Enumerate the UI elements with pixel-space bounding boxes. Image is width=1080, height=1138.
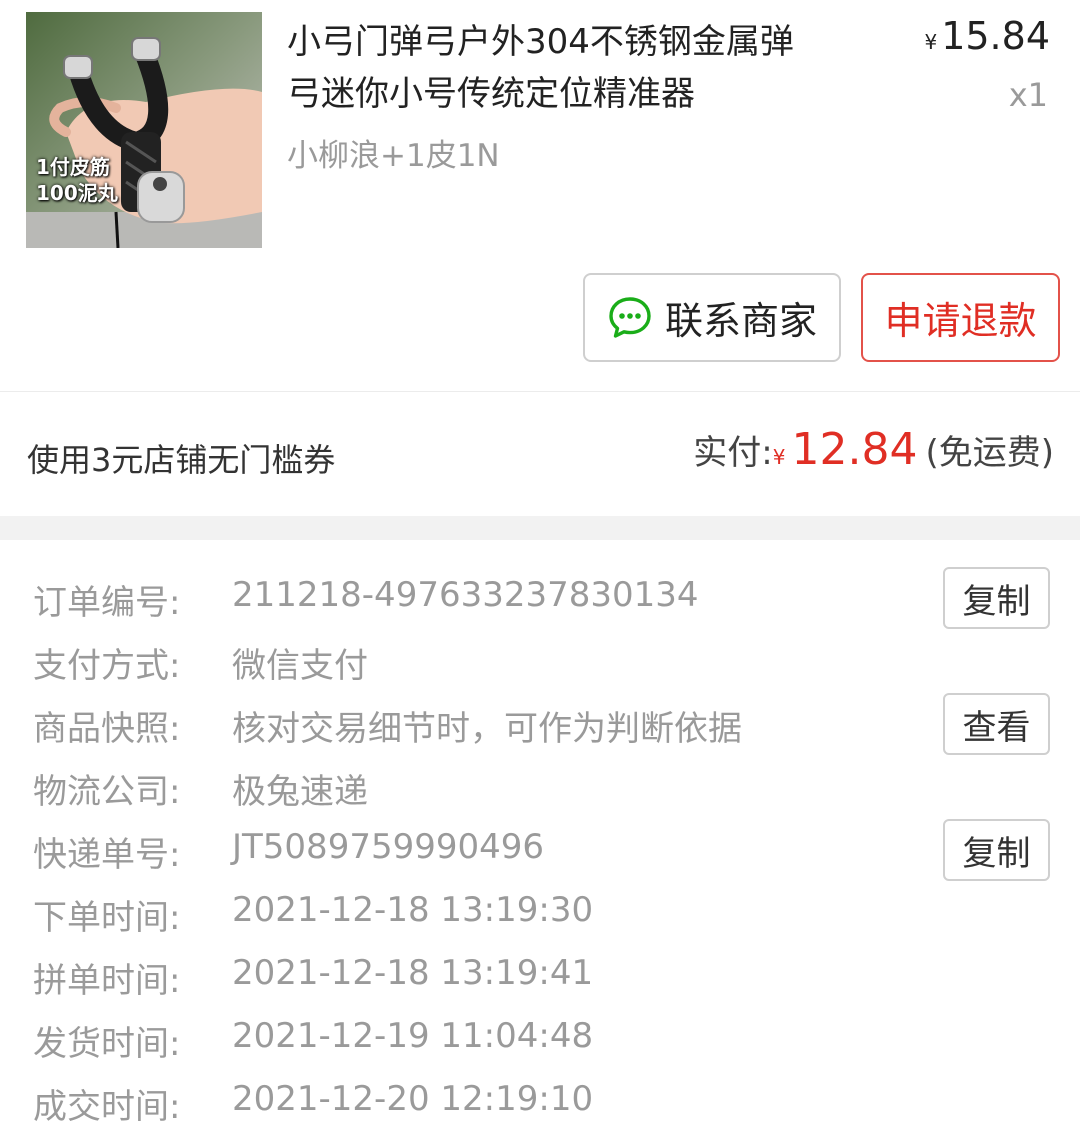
- payment-method-value: 微信支付: [232, 646, 368, 686]
- detail-label: 支付方式:: [33, 646, 181, 686]
- order-time-value: 2021-12-18 13:19:30: [232, 890, 594, 930]
- chat-bubble-icon: [609, 296, 651, 338]
- thumbnail-caption-line: 1付皮筋: [36, 155, 110, 179]
- courier-value: 极兔速递: [232, 772, 368, 812]
- paid-label: 实付:: [693, 433, 773, 473]
- copy-tracking-number-button[interactable]: 复制: [943, 819, 1050, 881]
- detail-label: 下单时间:: [33, 898, 181, 938]
- snapshot-value: 核对交易细节时，可作为判断依据: [232, 709, 742, 749]
- order-number-value: 211218-497633237830134: [232, 575, 699, 615]
- amount-paid: 实付: ¥ 12.84 (免运费): [693, 424, 1054, 475]
- detail-row-tracking-number: 快递单号: JT5089759990496 复制: [0, 819, 1080, 884]
- detail-row-ship-time: 发货时间: 2021-12-19 11:04:48: [0, 1010, 1080, 1073]
- payment-summary: 使用3元店铺无门槛券 实付: ¥ 12.84 (免运费): [0, 392, 1080, 516]
- shipping-note: (免运费): [925, 433, 1054, 473]
- product-title-line: 小弓门弹弓户外304不锈钢金属弹: [287, 22, 794, 62]
- detail-label: 发货时间:: [33, 1024, 181, 1064]
- price-value: 15.84: [941, 14, 1050, 58]
- currency-symbol: ¥: [924, 30, 938, 54]
- complete-time-value: 2021-12-20 12:19:10: [232, 1079, 594, 1119]
- contact-merchant-label: 联系商家: [664, 299, 817, 343]
- coupon-text: 使用3元店铺无门槛券: [27, 441, 336, 479]
- quantity: x1: [1008, 76, 1048, 114]
- request-refund-button[interactable]: 申请退款: [861, 273, 1060, 362]
- detail-row-order-time: 下单时间: 2021-12-18 13:19:30: [0, 884, 1080, 947]
- product-title-line: 弓迷你小号传统定位精准器: [287, 74, 695, 114]
- paid-currency: ¥: [772, 445, 786, 469]
- detail-label: 拼单时间:: [33, 961, 181, 1001]
- group-time-value: 2021-12-18 13:19:41: [232, 953, 594, 993]
- unit-price: ¥15.84: [924, 14, 1050, 64]
- detail-row-group-time: 拼单时间: 2021-12-18 13:19:41: [0, 947, 1080, 1010]
- detail-label: 物流公司:: [33, 772, 181, 812]
- ship-time-value: 2021-12-19 11:04:48: [232, 1016, 594, 1056]
- paid-amount: 12.84: [791, 424, 918, 475]
- request-refund-label: 申请退款: [884, 299, 1037, 343]
- detail-label: 商品快照:: [33, 709, 181, 749]
- product-title[interactable]: 小弓门弹弓户外304不锈钢金属弹 弓迷你小号传统定位精准器: [287, 16, 877, 120]
- thumbnail-caption-line: 100泥丸: [36, 181, 118, 205]
- slingshot-image: [26, 12, 262, 248]
- detail-row-courier: 物流公司: 极兔速递: [0, 758, 1080, 821]
- sku-variant: 小柳浪+1皮1N: [287, 138, 500, 174]
- section-gap: [0, 516, 1080, 540]
- order-details: 订单编号: 211218-497633237830134 复制 支付方式: 微信…: [0, 540, 1080, 1138]
- product-card: 1付皮筋 100泥丸 小弓门弹弓户外304不锈钢金属弹 弓迷你小号传统定位精准器…: [0, 0, 1080, 390]
- tracking-number-value: JT5089759990496: [232, 827, 545, 867]
- detail-row-complete-time: 成交时间: 2021-12-20 12:19:10: [0, 1073, 1080, 1136]
- product-thumbnail[interactable]: 1付皮筋 100泥丸: [26, 12, 262, 248]
- detail-row-snapshot: 商品快照: 核对交易细节时，可作为判断依据 查看: [0, 693, 1080, 758]
- thumbnail-caption: 1付皮筋 100泥丸: [36, 154, 118, 206]
- detail-row-order-number: 订单编号: 211218-497633237830134 复制: [0, 567, 1080, 632]
- copy-order-number-button[interactable]: 复制: [943, 567, 1050, 629]
- contact-merchant-button[interactable]: 联系商家: [583, 273, 841, 362]
- detail-label: 成交时间:: [33, 1087, 181, 1127]
- detail-label: 订单编号:: [33, 583, 181, 623]
- detail-label: 快递单号:: [33, 835, 181, 875]
- detail-row-payment-method: 支付方式: 微信支付: [0, 632, 1080, 695]
- view-snapshot-button[interactable]: 查看: [943, 693, 1050, 755]
